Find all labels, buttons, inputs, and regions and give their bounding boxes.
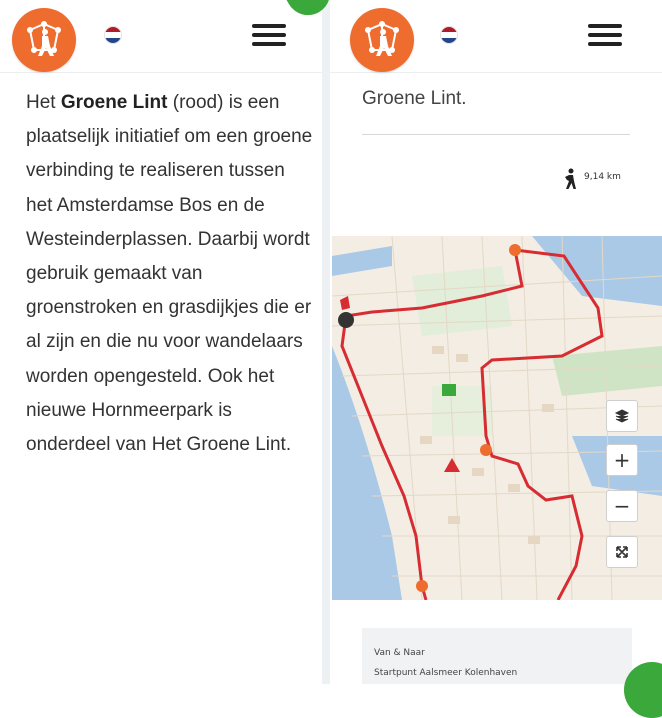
route-info-box: Van & Naar Startpunt Aalsmeer Kolenhaven [362,628,632,684]
divider-line [362,134,630,135]
right-screen: Groene Lint. 9,14 km + − Van & Naar Star… [330,0,662,684]
hamburger-menu-icon[interactable] [588,24,622,50]
info-label: Van & Naar [374,648,425,658]
zoom-out-button[interactable]: − [606,490,638,522]
intro-prefix: Het [26,92,61,113]
fullscreen-icon[interactable] [606,536,638,568]
left-screen: Het Groene Lint (rood) is een plaatselij… [0,0,322,684]
hamburger-menu-icon[interactable] [252,24,286,50]
top-bar [330,0,662,73]
panel-divider [322,0,330,684]
route-title: Groene Lint. [362,88,467,109]
hiker-logo-icon[interactable] [350,8,414,72]
top-bar [0,0,322,73]
info-value: Startpunt Aalsmeer Kolenhaven [374,668,518,678]
flag-nl-icon[interactable] [104,26,122,44]
hiker-logo-icon[interactable] [12,8,76,72]
route-distance: 9,14 km [584,172,621,182]
zoom-in-button[interactable]: + [606,444,638,476]
intro-bold-name: Groene Lint [60,92,168,113]
flag-nl-icon[interactable] [440,26,458,44]
layers-icon[interactable] [606,400,638,432]
walking-person-icon [565,168,576,189]
intro-rest: (rood) is een plaatselijk initiatief om … [26,92,313,456]
intro-paragraph: Het Groene Lint (rood) is een plaatselij… [26,86,316,462]
route-map[interactable]: + − [332,236,662,600]
